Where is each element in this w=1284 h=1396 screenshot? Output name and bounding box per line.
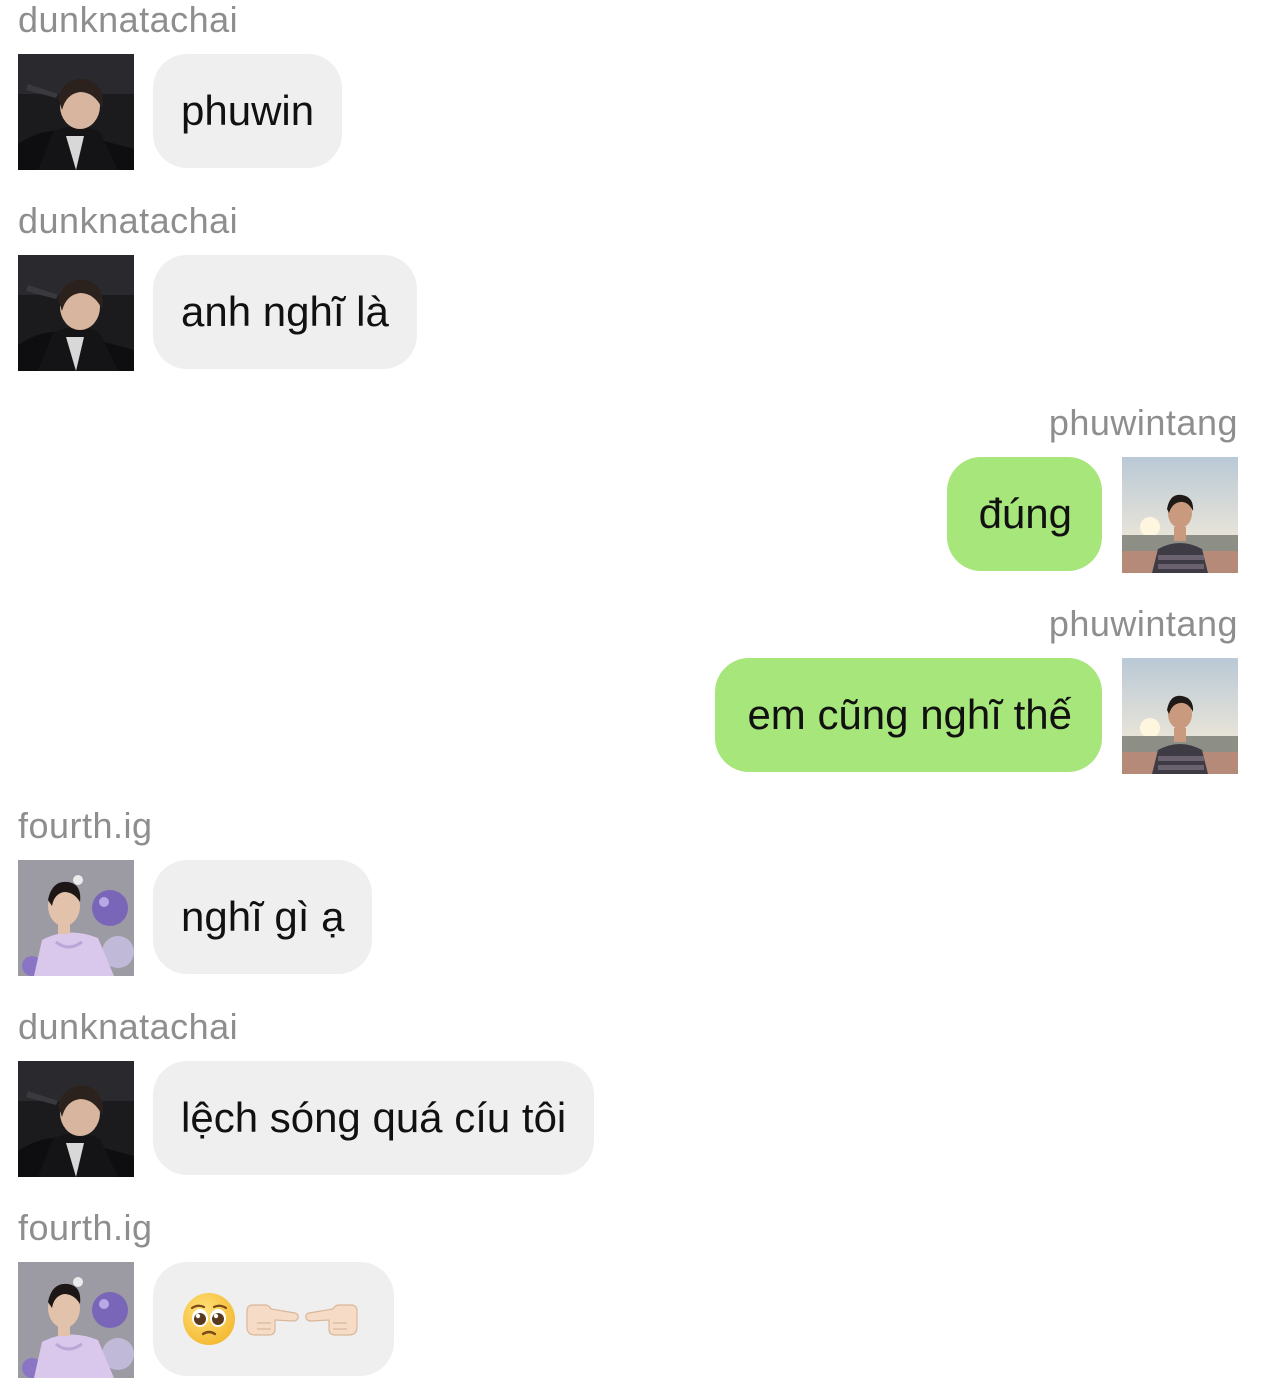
message-bubble[interactable]: lệch sóng quá cíu tôi: [153, 1061, 595, 1175]
fourth-avatar[interactable]: [18, 1262, 134, 1378]
sender-username[interactable]: dunknatachai: [18, 0, 238, 40]
dunk-avatar[interactable]: [18, 255, 134, 371]
emoji-row: [181, 1291, 361, 1347]
phuwin-avatar[interactable]: [1122, 658, 1238, 774]
pleading-face-icon: [181, 1291, 237, 1347]
chat-thread[interactable]: dunknatachai phuwin dunknatachai anh ngh…: [0, 0, 1284, 1396]
hand-pointing-right-icon: [243, 1299, 299, 1339]
sender-username[interactable]: phuwintang: [1049, 403, 1238, 443]
sender-username[interactable]: dunknatachai: [18, 201, 238, 241]
hand-pointing-left-icon: [305, 1299, 361, 1339]
fourth-avatar[interactable]: [18, 860, 134, 976]
sender-username[interactable]: fourth.ig: [18, 806, 153, 846]
dunk-avatar[interactable]: [18, 54, 134, 170]
message-bubble[interactable]: anh nghĩ là: [153, 255, 417, 369]
dunk-avatar[interactable]: [18, 1061, 134, 1177]
sender-username[interactable]: fourth.ig: [18, 1208, 153, 1248]
message-bubble[interactable]: phuwin: [153, 54, 343, 168]
emoji-message-bubble[interactable]: [153, 1262, 394, 1376]
message-bubble[interactable]: em cũng nghĩ thế: [715, 658, 1102, 772]
sender-username[interactable]: dunknatachai: [18, 1007, 238, 1047]
message-bubble[interactable]: đúng: [946, 457, 1102, 571]
phuwin-avatar[interactable]: [1122, 457, 1238, 573]
message-bubble[interactable]: nghĩ gì ạ: [153, 860, 373, 974]
sender-username[interactable]: phuwintang: [1049, 604, 1238, 644]
